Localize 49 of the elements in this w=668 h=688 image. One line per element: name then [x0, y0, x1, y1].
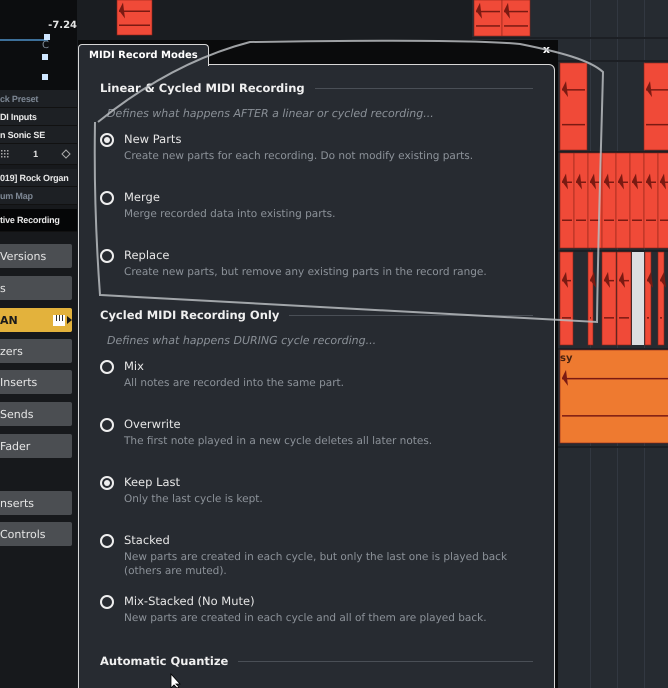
radio-button[interactable] [100, 360, 114, 374]
radio-button[interactable] [100, 133, 114, 147]
section-button[interactable]: zers [0, 339, 72, 363]
section-button[interactable]: Controls [0, 522, 72, 546]
option-description: Merge recorded data into existing parts. [124, 207, 336, 221]
section-button[interactable]: AN [0, 308, 72, 332]
dialog-title-tab[interactable]: MIDI Record Modes [78, 44, 209, 66]
option-label[interactable]: New Parts [124, 132, 474, 146]
option-label[interactable]: Keep Last [124, 475, 263, 489]
fader-handle-icon[interactable] [44, 34, 50, 40]
section-description: Defines what happens DURING cycle recording... [107, 334, 378, 347]
option-description: Create new parts for each recording. Do not modify existing parts. [124, 149, 474, 163]
option-label[interactable]: Stacked [124, 533, 533, 547]
keyboard-icon [53, 314, 65, 326]
option-description: Only the last cycle is kept. [124, 492, 263, 506]
option-label[interactable]: Mix-Stacked (No Mute) [124, 594, 487, 608]
option-label[interactable]: Replace [124, 248, 487, 262]
diamond-icon[interactable] [61, 149, 71, 159]
pan-handle-icon[interactable] [42, 74, 48, 80]
section-button[interactable]: Versions [0, 244, 72, 268]
option-description: Create new parts, but remove any existing parts in the record range. [124, 265, 487, 279]
section-button[interactable]: Sends [0, 402, 72, 426]
option-description: New parts are created in each cycle and all of them are played back. [124, 611, 487, 625]
cursor-icon [170, 672, 181, 688]
option-label[interactable]: Merge [124, 190, 336, 204]
volume-readout: -7.24 [48, 20, 77, 31]
section-button[interactable]: s [0, 276, 72, 300]
section-heading: Cycled MIDI Recording Only [100, 308, 280, 322]
section-button[interactable]: nserts [0, 491, 72, 515]
part-label: sy [560, 353, 572, 364]
radio-button[interactable] [100, 249, 114, 263]
option-label[interactable]: Overwrite [124, 417, 432, 431]
section-button[interactable]: Inserts [0, 370, 72, 394]
radio-button[interactable] [100, 476, 114, 490]
pan-label: C [42, 40, 49, 51]
radio-button[interactable] [100, 191, 114, 205]
section-heading: Automatic Quantize [100, 654, 228, 668]
option-description: The first note played in a new cycle deletes all later notes. [124, 434, 432, 448]
option-description: All notes are recorded into the same part. [124, 376, 344, 390]
radio-button[interactable] [100, 595, 114, 609]
grid-icon[interactable] [0, 150, 10, 158]
option-description: New parts are created in each cycle, but only the last one is played back (others are muted). [124, 550, 508, 578]
counter-value: 1 [33, 149, 38, 159]
option-label[interactable]: Mix [124, 359, 344, 373]
section-button[interactable]: Fader [0, 434, 72, 458]
triangle-icon [67, 316, 72, 324]
radio-button[interactable] [100, 418, 114, 432]
pan-handle-icon[interactable] [42, 54, 48, 60]
radio-button[interactable] [100, 534, 114, 548]
